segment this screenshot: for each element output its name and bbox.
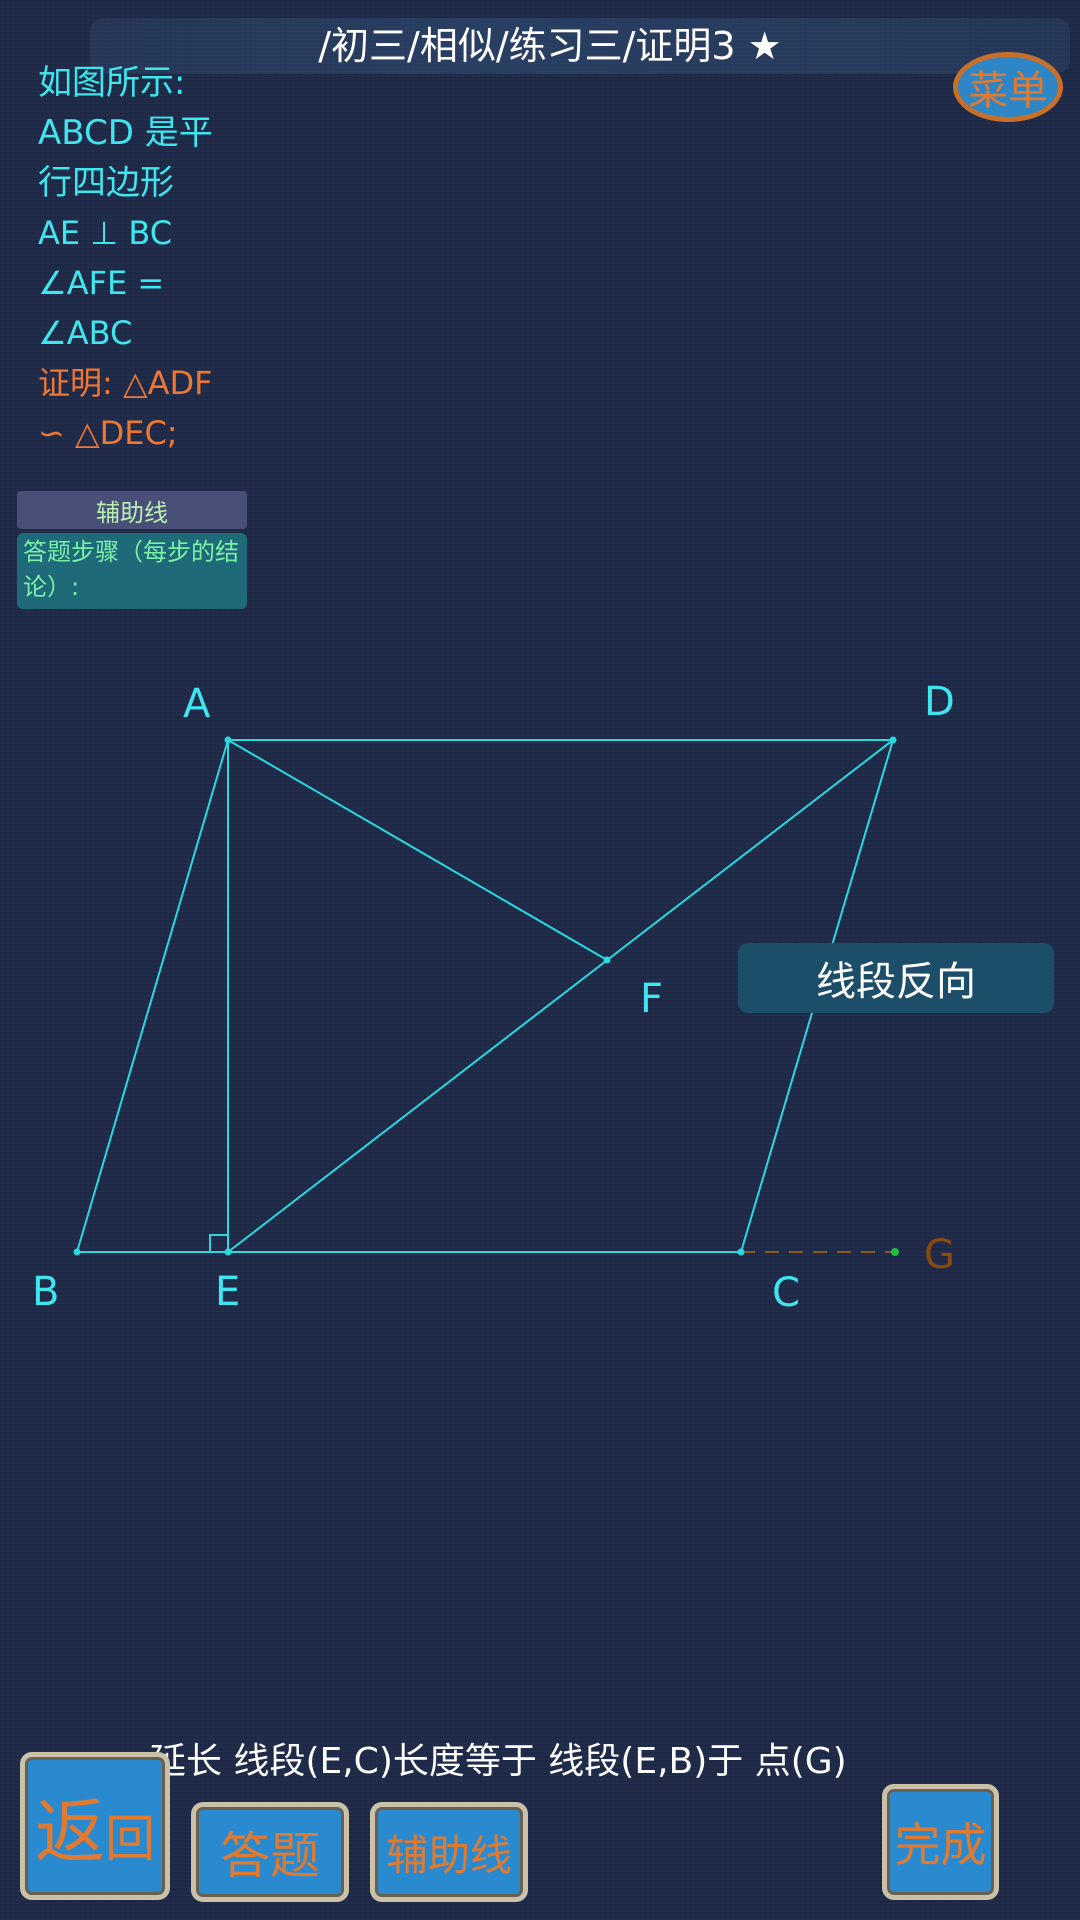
label-e: E — [215, 1269, 240, 1315]
point-c[interactable] — [737, 1248, 745, 1256]
back-label-big: 返 — [35, 1790, 105, 1873]
done-button[interactable]: 完成 — [882, 1784, 999, 1900]
point-e[interactable] — [224, 1248, 232, 1256]
segment-ab[interactable] — [76, 739, 229, 1253]
right-angle-mark — [209, 1234, 228, 1252]
aux-line-button[interactable]: 辅助线 — [370, 1802, 528, 1902]
segment-af[interactable] — [227, 739, 608, 961]
label-b: B — [32, 1269, 59, 1315]
label-g: G — [924, 1232, 955, 1278]
point-g[interactable] — [891, 1248, 899, 1256]
back-button[interactable]: 返 回 — [20, 1752, 170, 1900]
point-a[interactable] — [224, 736, 232, 744]
instruction-text: 延长 线段(E,C)长度等于 线段(E,B)于 点(G) — [150, 1741, 847, 1782]
reverse-segment-button[interactable]: 线段反向 — [738, 943, 1054, 1013]
back-label-small: 回 — [105, 1810, 155, 1868]
label-a: A — [183, 681, 211, 727]
label-d: D — [924, 679, 955, 725]
label-f: F — [640, 976, 663, 1022]
answer-button[interactable]: 答题 — [191, 1802, 349, 1902]
point-d[interactable] — [889, 736, 897, 744]
label-c: C — [772, 1270, 800, 1316]
point-b[interactable] — [73, 1248, 81, 1256]
point-f[interactable] — [603, 956, 611, 964]
